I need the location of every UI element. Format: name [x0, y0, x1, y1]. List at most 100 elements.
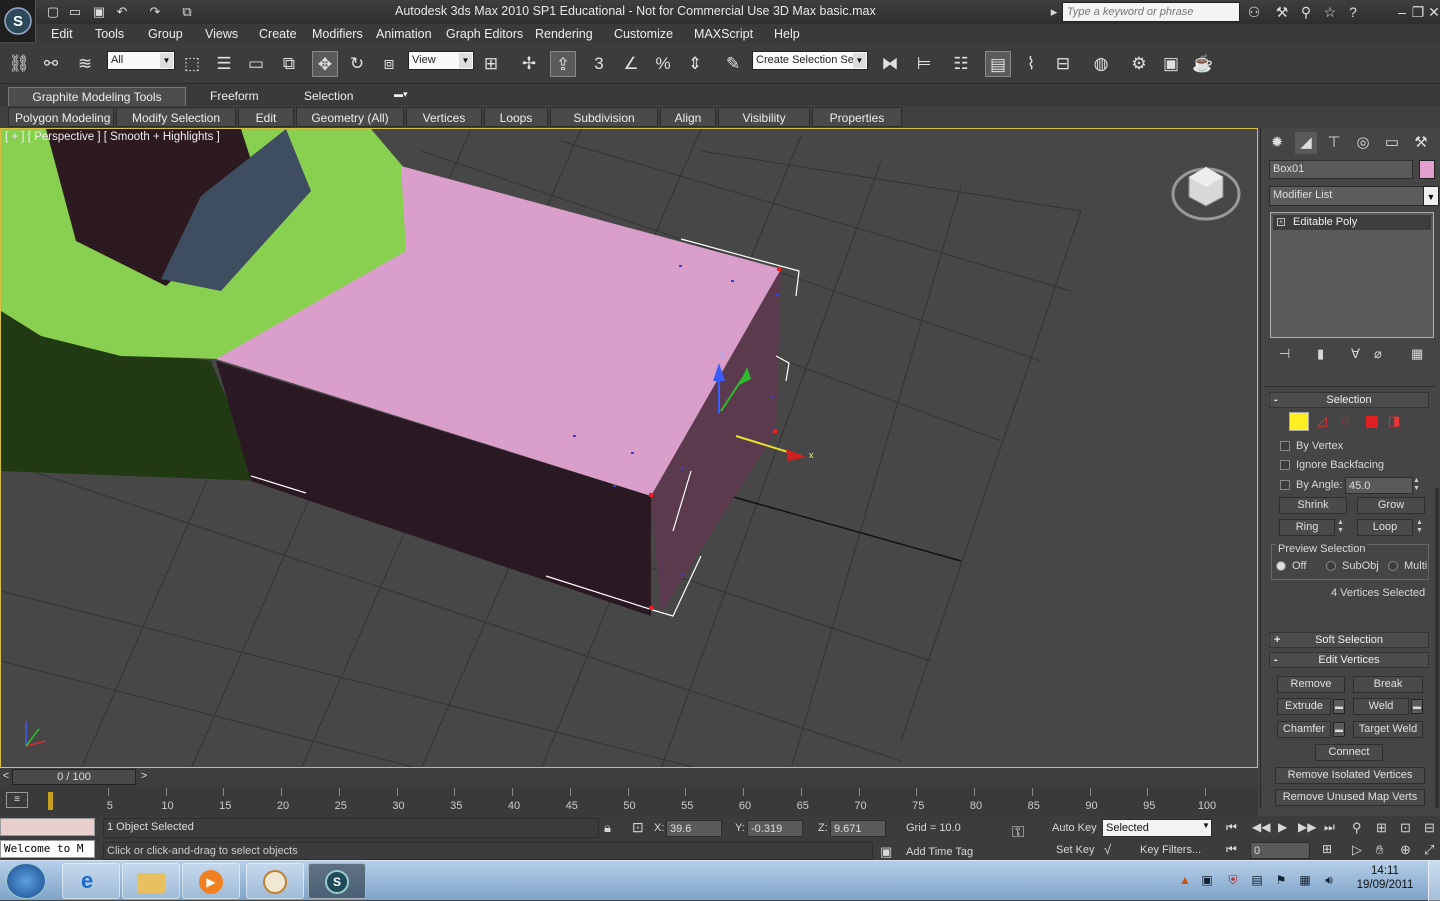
weld-button[interactable]: Weld — [1353, 698, 1409, 715]
current-frame-input[interactable]: 0 — [1250, 842, 1310, 859]
ring-spinner-icon[interactable]: ▲ ▼ — [1337, 519, 1347, 536]
layer-manager-icon[interactable]: ☷ — [948, 51, 974, 77]
subscription-icon[interactable]: ⚒ — [1272, 3, 1292, 21]
key-mode-dropdown[interactable]: Selected — [1102, 819, 1212, 837]
time-prev-button[interactable]: < — [0, 770, 12, 784]
vertex-mode-icon[interactable] — [1289, 412, 1309, 431]
curve-editor-icon[interactable]: ⌇ — [1018, 51, 1044, 77]
snaps-toggle-icon[interactable]: 3 — [586, 51, 612, 77]
zoom-icon[interactable]: ⚲ — [1352, 820, 1362, 836]
mirror-icon[interactable]: ⧓ — [877, 51, 903, 77]
connect-button[interactable]: Connect — [1315, 744, 1383, 761]
unlink-icon[interactable]: ⚯ — [38, 51, 64, 77]
time-slider[interactable]: < 0 / 100 > — [0, 768, 1258, 786]
new-icon[interactable]: ▢ — [44, 3, 62, 20]
object-name-field[interactable]: Box01 — [1269, 160, 1413, 179]
shrink-button[interactable]: Shrink — [1279, 497, 1347, 514]
remove-unused-map-verts-button[interactable]: Remove Unused Map Verts — [1275, 789, 1425, 806]
volume-tray-icon[interactable]: 🔊︎ — [1322, 873, 1336, 887]
pivot-center-icon[interactable]: ⊞ — [478, 51, 504, 77]
pin-stack-icon[interactable]: ⊣ — [1279, 346, 1290, 362]
break-button[interactable]: Break — [1353, 676, 1423, 693]
start-orb[interactable] — [6, 863, 46, 899]
percent-snap-icon[interactable]: % — [650, 51, 676, 77]
open-icon[interactable]: ▭ — [66, 3, 84, 20]
zoom-extents-icon[interactable]: ⊡ — [1400, 820, 1411, 836]
panel-align[interactable]: Align — [660, 107, 716, 127]
menu-edit[interactable]: Edit — [51, 27, 73, 41]
command-panel-scrollbar[interactable] — [1435, 488, 1439, 808]
maxscript-listener-pink[interactable] — [0, 818, 95, 836]
explorer-icon[interactable] — [122, 863, 180, 899]
edit-named-selection-icon[interactable]: ✎ — [720, 51, 746, 77]
loop-button[interactable]: Loop — [1357, 519, 1413, 536]
absolute-mode-icon[interactable]: ⊡ — [632, 819, 644, 836]
menu-tools[interactable]: Tools — [95, 27, 124, 41]
preview-off-radio[interactable] — [1276, 561, 1286, 571]
panel-modify-selection[interactable]: Modify Selection — [116, 107, 236, 127]
undo-icon[interactable]: ↶ — [113, 3, 131, 20]
chevron-down-icon[interactable]: ▼ — [1423, 186, 1439, 206]
select-link-icon[interactable]: ⛓ — [6, 51, 32, 77]
window-crossing-icon[interactable]: ⧉ — [276, 51, 302, 77]
save-icon[interactable]: ▣ — [90, 3, 108, 20]
key-filters-button[interactable]: Key Filters... — [1140, 844, 1201, 856]
antivirus-tray-icon[interactable]: ⛨ — [1226, 873, 1240, 887]
time-configuration-icon[interactable]: ⊞ — [1322, 842, 1332, 856]
render-setup-icon[interactable]: ⚙ — [1126, 51, 1152, 77]
menu-views[interactable]: Views — [205, 27, 238, 41]
material-editor-icon[interactable]: ◍ — [1088, 51, 1114, 77]
spinner-snap-icon[interactable]: ⇕ — [682, 51, 708, 77]
remove-isolated-vertices-button[interactable]: Remove Isolated Vertices — [1275, 767, 1425, 784]
viewcube[interactable] — [1171, 166, 1241, 221]
ring-button[interactable]: Ring — [1279, 519, 1335, 536]
create-tab-icon[interactable]: ✹ — [1266, 132, 1288, 154]
add-time-tag-button[interactable]: Add Time Tag — [906, 846, 973, 858]
binoculars-icon[interactable]: ⚇ — [1244, 3, 1264, 21]
preview-multi-radio[interactable] — [1388, 561, 1398, 571]
vlc-tray-icon[interactable]: ▲ — [1178, 873, 1192, 887]
tab-selection[interactable]: Selection — [294, 87, 363, 106]
extrude-settings-icon[interactable]: ▬ — [1333, 699, 1345, 714]
maxscript-listener[interactable]: Welcome to M — [0, 840, 95, 858]
set-key-button[interactable]: Set Key — [1056, 844, 1095, 856]
tray-icon-3[interactable]: ⚑ — [1274, 873, 1288, 887]
panel-polygon-modeling[interactable]: Polygon Modeling — [8, 107, 114, 127]
y-coordinate-input[interactable]: -0.319 — [747, 820, 803, 837]
named-selection-sets-dropdown[interactable]: Create Selection Se ▼ — [752, 51, 868, 70]
network-tray-icon[interactable]: ▦ — [1298, 873, 1312, 887]
select-rotate-icon[interactable]: ↻ — [344, 51, 370, 77]
panel-loops[interactable]: Loops — [484, 107, 548, 127]
menu-modifiers[interactable]: Modifiers — [312, 27, 363, 41]
3dsmax-icon[interactable]: S — [308, 863, 366, 899]
taskbar-clock[interactable]: 14:11 19/09/2011 — [1352, 865, 1418, 891]
soft-selection-rollout-header[interactable]: + Soft Selection — [1269, 632, 1429, 648]
previous-frame-icon[interactable]: ◀◀ — [1252, 820, 1270, 834]
edit-vertices-rollout-header[interactable]: - Edit Vertices — [1269, 652, 1429, 668]
auto-key-button[interactable]: Auto Key — [1052, 822, 1097, 834]
zoom-extents-all-icon[interactable]: ⊟ — [1424, 820, 1435, 836]
x-coordinate-input[interactable]: 39.6 — [666, 820, 722, 837]
render-production-icon[interactable]: ☕ — [1190, 51, 1216, 77]
z-coordinate-input[interactable]: 9.671 — [830, 820, 886, 837]
by-vertex-checkbox[interactable] — [1280, 441, 1290, 451]
remove-button[interactable]: Remove — [1277, 676, 1345, 693]
keyboard-shortcut-override-icon[interactable]: ⇪ — [550, 51, 576, 77]
select-object-icon[interactable]: ⬚ — [179, 51, 205, 77]
border-mode-icon[interactable]: ◌ — [1341, 413, 1349, 428]
utilities-tab-icon[interactable]: ⚒ — [1410, 132, 1432, 154]
maximize-viewport-icon[interactable]: ⤢ — [1424, 842, 1434, 858]
menu-help[interactable]: Help — [774, 27, 800, 41]
object-color-swatch[interactable] — [1419, 160, 1435, 179]
select-by-name-icon[interactable]: ☰ — [211, 51, 237, 77]
modifier-list-dropdown[interactable]: Modifier List — [1269, 186, 1433, 206]
tray-icon-2[interactable]: ▤ — [1250, 873, 1264, 887]
configure-sets-icon[interactable]: ▦ — [1411, 346, 1423, 362]
redo-icon[interactable]: ↷ — [146, 3, 164, 20]
go-to-start-icon[interactable]: ⏮ — [1226, 820, 1237, 835]
paint-icon[interactable] — [246, 863, 304, 899]
select-move-icon[interactable]: ✥ — [312, 51, 338, 77]
selection-filter-dropdown[interactable]: All ▼ — [107, 51, 175, 70]
favorites-icon[interactable]: ☆ — [1320, 3, 1340, 21]
ie-icon[interactable]: e — [62, 863, 120, 899]
